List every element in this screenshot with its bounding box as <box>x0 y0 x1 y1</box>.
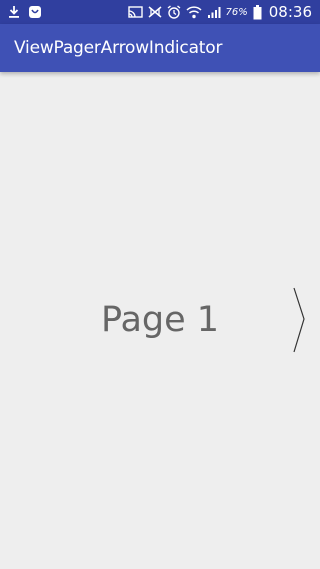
battery-percent: 76% <box>225 6 248 18</box>
cast-icon <box>127 6 143 18</box>
download-icon <box>8 5 20 19</box>
nfc-icon <box>148 6 162 18</box>
app-bar: ViewPagerArrowIndicator <box>0 24 320 72</box>
status-left-icons <box>8 3 42 21</box>
app-title: ViewPagerArrowIndicator <box>14 38 223 58</box>
alarm-icon <box>167 5 181 19</box>
chevron-right-icon[interactable] <box>290 286 310 356</box>
wifi-icon <box>186 5 202 19</box>
notification-app-icon <box>28 5 42 19</box>
status-right-icons: 76% 08:36 <box>127 0 312 24</box>
status-clock: 08:36 <box>268 3 312 21</box>
view-pager[interactable]: Page 1 <box>0 72 320 569</box>
battery-icon <box>253 4 262 20</box>
page-label: Page 1 <box>100 300 220 340</box>
signal-icon <box>207 6 221 19</box>
status-bar: 76% 08:36 <box>0 0 320 24</box>
screen: 76% 08:36 ViewPagerArrowIndicator Page 1 <box>0 0 320 569</box>
